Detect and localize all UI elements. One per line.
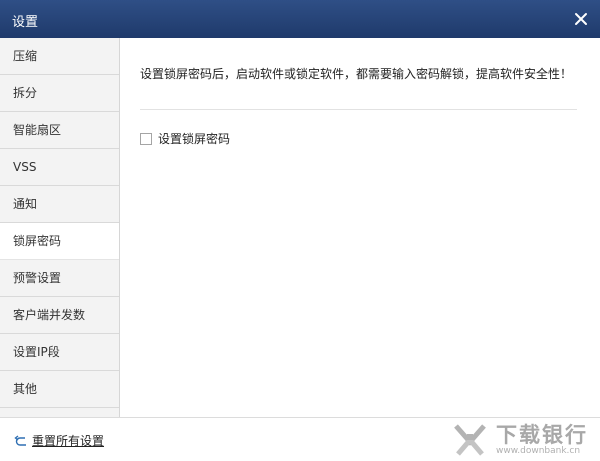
lock-password-description: 设置锁屏密码后，启动软件或锁定软件，都需要输入密码解锁，提高软件安全性！	[140, 67, 573, 81]
downbank-logo-icon	[454, 424, 486, 456]
lock-password-checkbox-label[interactable]: 设置锁屏密码	[158, 130, 230, 147]
divider	[140, 109, 577, 110]
sidebar-item-ip-range[interactable]: 设置IP段	[0, 334, 119, 371]
reset-all-settings-label[interactable]: 重置所有设置	[32, 432, 104, 449]
undo-arrow-icon	[14, 434, 26, 446]
sidebar-item-notification[interactable]: 通知	[0, 186, 119, 223]
watermark-brand: 下载银行	[496, 422, 588, 447]
sidebar-item-lock-password[interactable]: 锁屏密码	[0, 223, 119, 260]
settings-sidebar: 压缩 拆分 智能扇区 VSS 通知 锁屏密码 预警设置 客户端并发数 设置IP段…	[0, 38, 120, 417]
sidebar-item-split[interactable]: 拆分	[0, 75, 119, 112]
lock-password-option[interactable]: 设置锁屏密码	[140, 130, 230, 147]
watermark-url: www.downbank.cn	[496, 445, 581, 456]
settings-content-panel: 设置锁屏密码后，启动软件或锁定软件，都需要输入密码解锁，提高软件安全性！ 设置锁…	[121, 38, 600, 417]
reset-all-settings-link[interactable]: 重置所有设置	[14, 432, 104, 449]
sidebar-item-other[interactable]: 其他	[0, 371, 119, 408]
lock-password-checkbox[interactable]	[140, 132, 152, 145]
sidebar-item-smart-sector[interactable]: 智能扇区	[0, 112, 119, 149]
sidebar-item-compression[interactable]: 压缩	[0, 38, 119, 75]
sidebar-item-alert-settings[interactable]: 预警设置	[0, 260, 119, 297]
watermark: 下载银行 www.downbank.cn	[450, 418, 588, 461]
sidebar-item-client-concurrency[interactable]: 客户端并发数	[0, 297, 119, 334]
window-title: 设置	[12, 15, 39, 30]
close-icon[interactable]	[570, 8, 592, 30]
footer-bar: 重置所有设置 下载银行 www.downbank.cn	[0, 417, 600, 461]
title-bar: 设置	[0, 0, 600, 38]
sidebar-item-vss[interactable]: VSS	[0, 149, 119, 186]
